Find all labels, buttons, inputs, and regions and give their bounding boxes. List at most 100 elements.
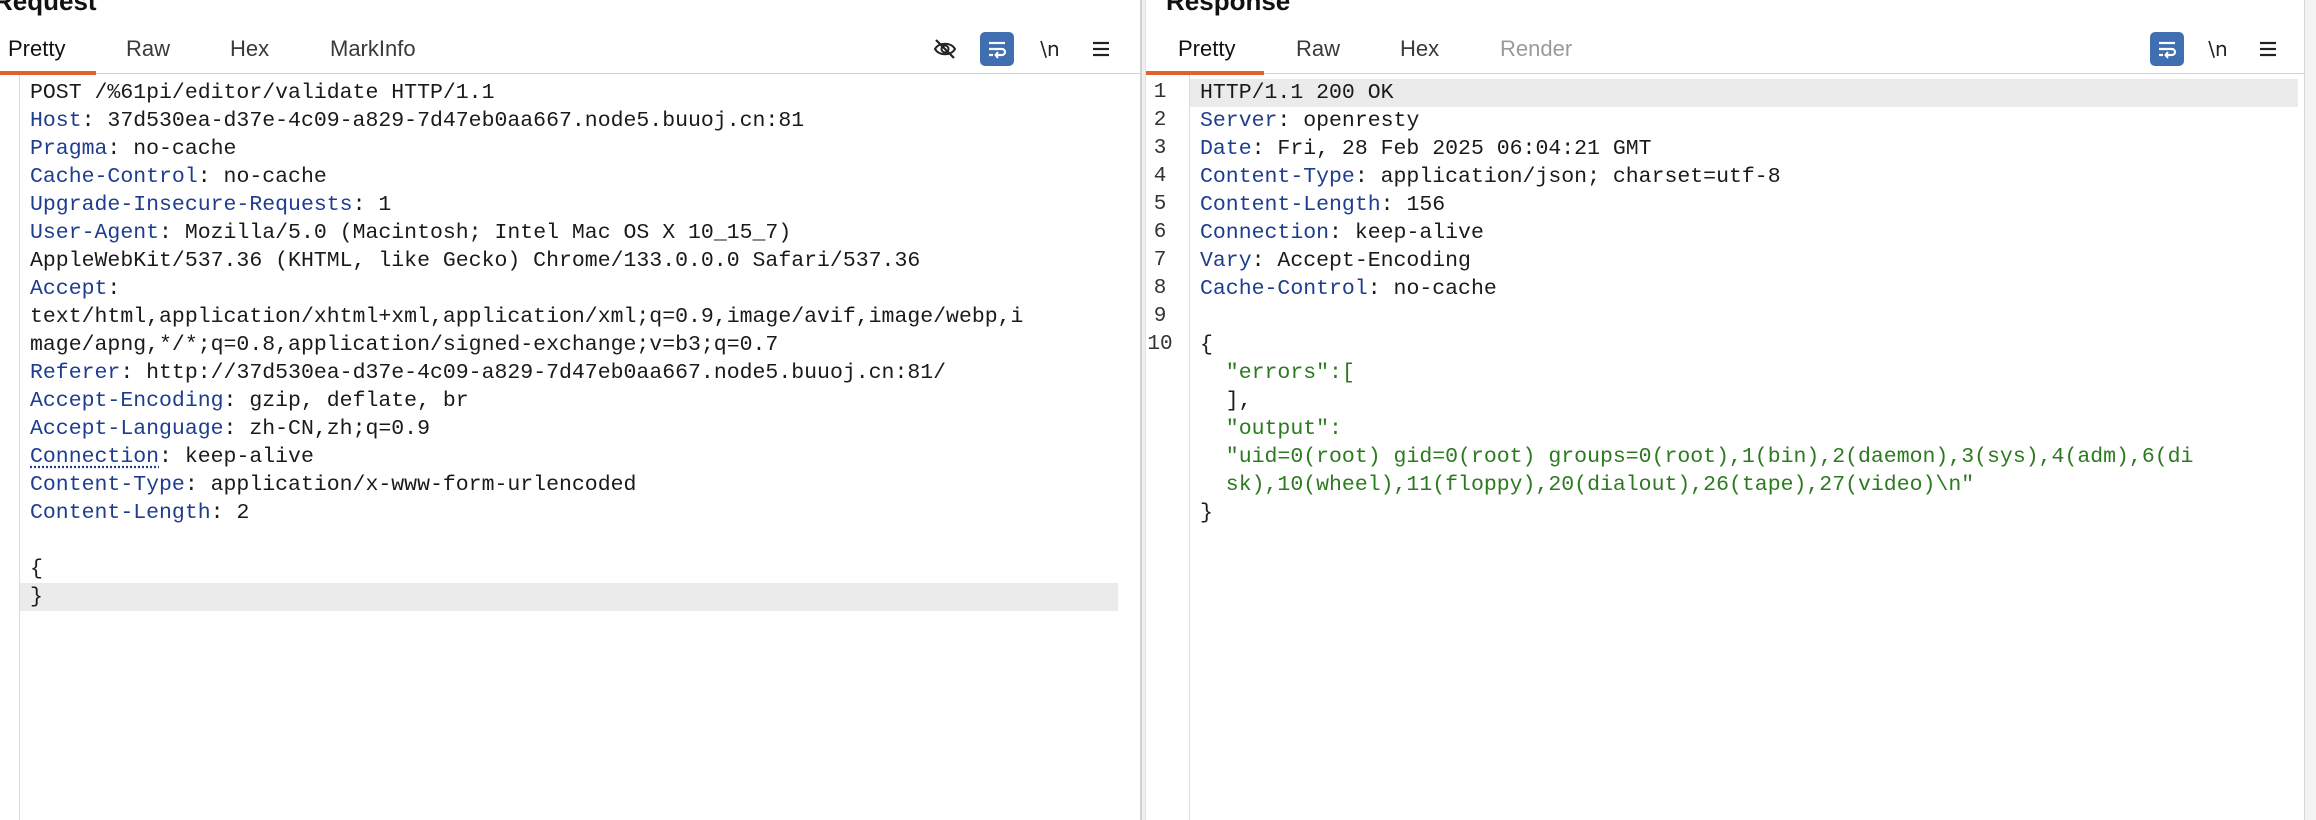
header-name: Date xyxy=(1200,137,1252,161)
line-number: 2 xyxy=(1153,109,1167,132)
header-value: : Fri, 28 Feb 2025 06:04:21 GMT xyxy=(1251,137,1652,161)
request-menu-icon[interactable] xyxy=(1084,32,1118,66)
request-code-line xyxy=(30,527,1023,555)
line-number: 6 xyxy=(1153,221,1167,244)
response-code-line: Content-Type: application/json; charset=… xyxy=(1200,163,2193,191)
header-value: : gzip, deflate, br xyxy=(223,389,469,413)
response-title: Response xyxy=(1166,0,1291,16)
request-tab-raw[interactable]: Raw xyxy=(126,36,170,62)
header-name: Host xyxy=(30,109,82,133)
header-name: Cache-Control xyxy=(1200,277,1368,301)
request-code-line: { xyxy=(30,557,43,581)
request-code-line: POST /%61pi/editor/validate HTTP/1.1 xyxy=(30,81,495,105)
request-tab-hex[interactable]: Hex xyxy=(230,36,269,62)
response-tab-hex[interactable]: Hex xyxy=(1400,36,1439,62)
response-newline-label: \n xyxy=(2208,37,2228,61)
response-code-line: Date: Fri, 28 Feb 2025 06:04:21 GMT xyxy=(1200,135,2193,163)
response-tab-pretty[interactable]: Pretty xyxy=(1178,36,1235,62)
header-value: : application/json; charset=utf-8 xyxy=(1354,165,1781,189)
json-string: "errors":[ xyxy=(1200,361,1355,385)
header-name: Connection xyxy=(1200,221,1330,245)
request-code-line: } xyxy=(30,585,43,609)
response-menu-icon[interactable] xyxy=(2251,32,2285,66)
response-code-line: ], xyxy=(1200,389,1252,413)
json-string: "uid=0(root) gid=0(root) groups=0(root),… xyxy=(1200,445,2194,469)
header-name: User-Agent xyxy=(30,221,160,245)
window-right-edge xyxy=(2304,0,2316,820)
line-number: 4 xyxy=(1153,165,1167,188)
request-gutter xyxy=(0,75,20,820)
request-editor[interactable]: POST /%61pi/editor/validate HTTP/1.1 Host… xyxy=(0,75,1140,820)
request-code-line: Pragma: no-cache xyxy=(30,135,1023,163)
line-number: 5 xyxy=(1153,193,1167,216)
request-code-line: Content-Type: application/x-www-form-url… xyxy=(30,471,1023,499)
json-string: sk),10(wheel),11(floppy),20(dialout),26(… xyxy=(1200,473,1975,497)
header-value: : 156 xyxy=(1380,193,1446,217)
request-title: Request xyxy=(0,0,97,16)
header-name: Content-Type xyxy=(1200,165,1355,189)
header-value: : no-cache xyxy=(1367,277,1497,301)
response-wrap-toggle-icon[interactable] xyxy=(2150,32,2184,66)
request-code-line: Connection: keep-alive xyxy=(30,443,1023,471)
response-pane: Response Pretty Raw Hex Render \n 123 4 … xyxy=(1146,0,2304,820)
response-code[interactable]: HTTP/1.1 200 OK Server: openresty Date: Fr… xyxy=(1200,79,2193,527)
header-value: : no-cache xyxy=(197,165,327,189)
request-code-line: Accept-Language: zh-CN,zh;q=0.9 xyxy=(30,415,1023,443)
header-name: Content-Length xyxy=(30,501,211,525)
response-newline-toggle[interactable]: \n xyxy=(2201,32,2235,66)
response-code-line: Cache-Control: no-cache xyxy=(1200,275,2193,303)
header-value: : 2 xyxy=(210,501,250,525)
request-pane: Request Pretty Raw Hex MarkInfo \n POST … xyxy=(0,0,1140,820)
header-value: : keep-alive xyxy=(1329,221,1484,245)
header-value: : openresty xyxy=(1277,109,1420,133)
header-value: : xyxy=(107,277,121,301)
response-gutter: 1 2 3 4 5 6 7 8 9 10 xyxy=(1146,75,1190,820)
request-tab-markinfo[interactable]: MarkInfo xyxy=(330,36,416,62)
request-wrap-toggle-icon[interactable] xyxy=(980,32,1014,66)
response-code-line: Server: openresty xyxy=(1200,107,2193,135)
response-code-line xyxy=(1200,303,2193,331)
header-value: : 1 xyxy=(352,193,392,217)
header-name: Referer xyxy=(30,361,121,385)
response-code-line: "errors":[ xyxy=(1200,359,2193,387)
request-code-line: text/html,application/xhtml+xml,applicat… xyxy=(30,305,1024,329)
line-number: 10 xyxy=(1147,333,1173,356)
request-newline-label: \n xyxy=(1040,37,1060,61)
response-editor[interactable]: 1 2 3 4 5 6 7 8 9 10 HTTP/1.1 200 OK Server: openr… xyxy=(1146,75,2304,820)
header-name: Vary xyxy=(1200,249,1252,273)
request-code-line: mage/apng,*/*;q=0.8,application/signed-e… xyxy=(30,333,779,357)
response-code-line: "uid=0(root) gid=0(root) groups=0(root),… xyxy=(1200,443,2194,471)
request-code-line: Accept: xyxy=(30,275,1023,303)
response-code-line: sk),10(wheel),11(floppy),20(dialout),26(… xyxy=(1200,471,2193,499)
line-number: 9 xyxy=(1153,305,1167,328)
header-name: Server xyxy=(1200,109,1278,133)
request-code-line: Host: 37d530ea-d37e-4c09-a829-7d47eb0aa6… xyxy=(30,107,1023,135)
request-code-line: AppleWebKit/537.36 (KHTML, like Gecko) C… xyxy=(30,249,921,273)
request-hide-eye-icon[interactable] xyxy=(928,32,962,66)
request-tab-pretty[interactable]: Pretty xyxy=(8,36,65,62)
json-string: "output": xyxy=(1200,417,1342,441)
response-code-line: HTTP/1.1 200 OK xyxy=(1200,81,1394,105)
header-name: Accept-Language xyxy=(30,417,224,441)
line-number: 3 xyxy=(1153,137,1167,160)
request-code-line: Upgrade-Insecure-Requests: 1 xyxy=(30,191,1023,219)
request-code[interactable]: POST /%61pi/editor/validate HTTP/1.1 Host… xyxy=(30,79,1023,611)
response-tabbar: Pretty Raw Hex Render \n xyxy=(1146,28,2304,75)
request-code-line: Referer: http://37d530ea-d37e-4c09-a829-… xyxy=(30,359,1023,387)
line-number: 8 xyxy=(1153,277,1167,300)
request-newline-toggle[interactable]: \n xyxy=(1033,32,1067,66)
header-name: Accept xyxy=(30,277,108,301)
header-value: : keep-alive xyxy=(159,445,314,469)
response-code-line: "output": xyxy=(1200,415,2193,443)
response-code-line: Content-Length: 156 xyxy=(1200,191,2193,219)
header-name: Upgrade-Insecure-Requests xyxy=(30,193,353,217)
header-name: Cache-Control xyxy=(30,165,198,189)
header-name: Connection xyxy=(30,445,160,469)
header-value: : application/x-www-form-urlencoded xyxy=(184,473,637,497)
response-code-line: } xyxy=(1200,501,1213,525)
response-tab-render[interactable]: Render xyxy=(1500,36,1572,62)
header-value: : zh-CN,zh;q=0.9 xyxy=(223,417,430,441)
header-name: Content-Type xyxy=(30,473,185,497)
header-value: : no-cache xyxy=(107,137,237,161)
response-tab-raw[interactable]: Raw xyxy=(1296,36,1340,62)
